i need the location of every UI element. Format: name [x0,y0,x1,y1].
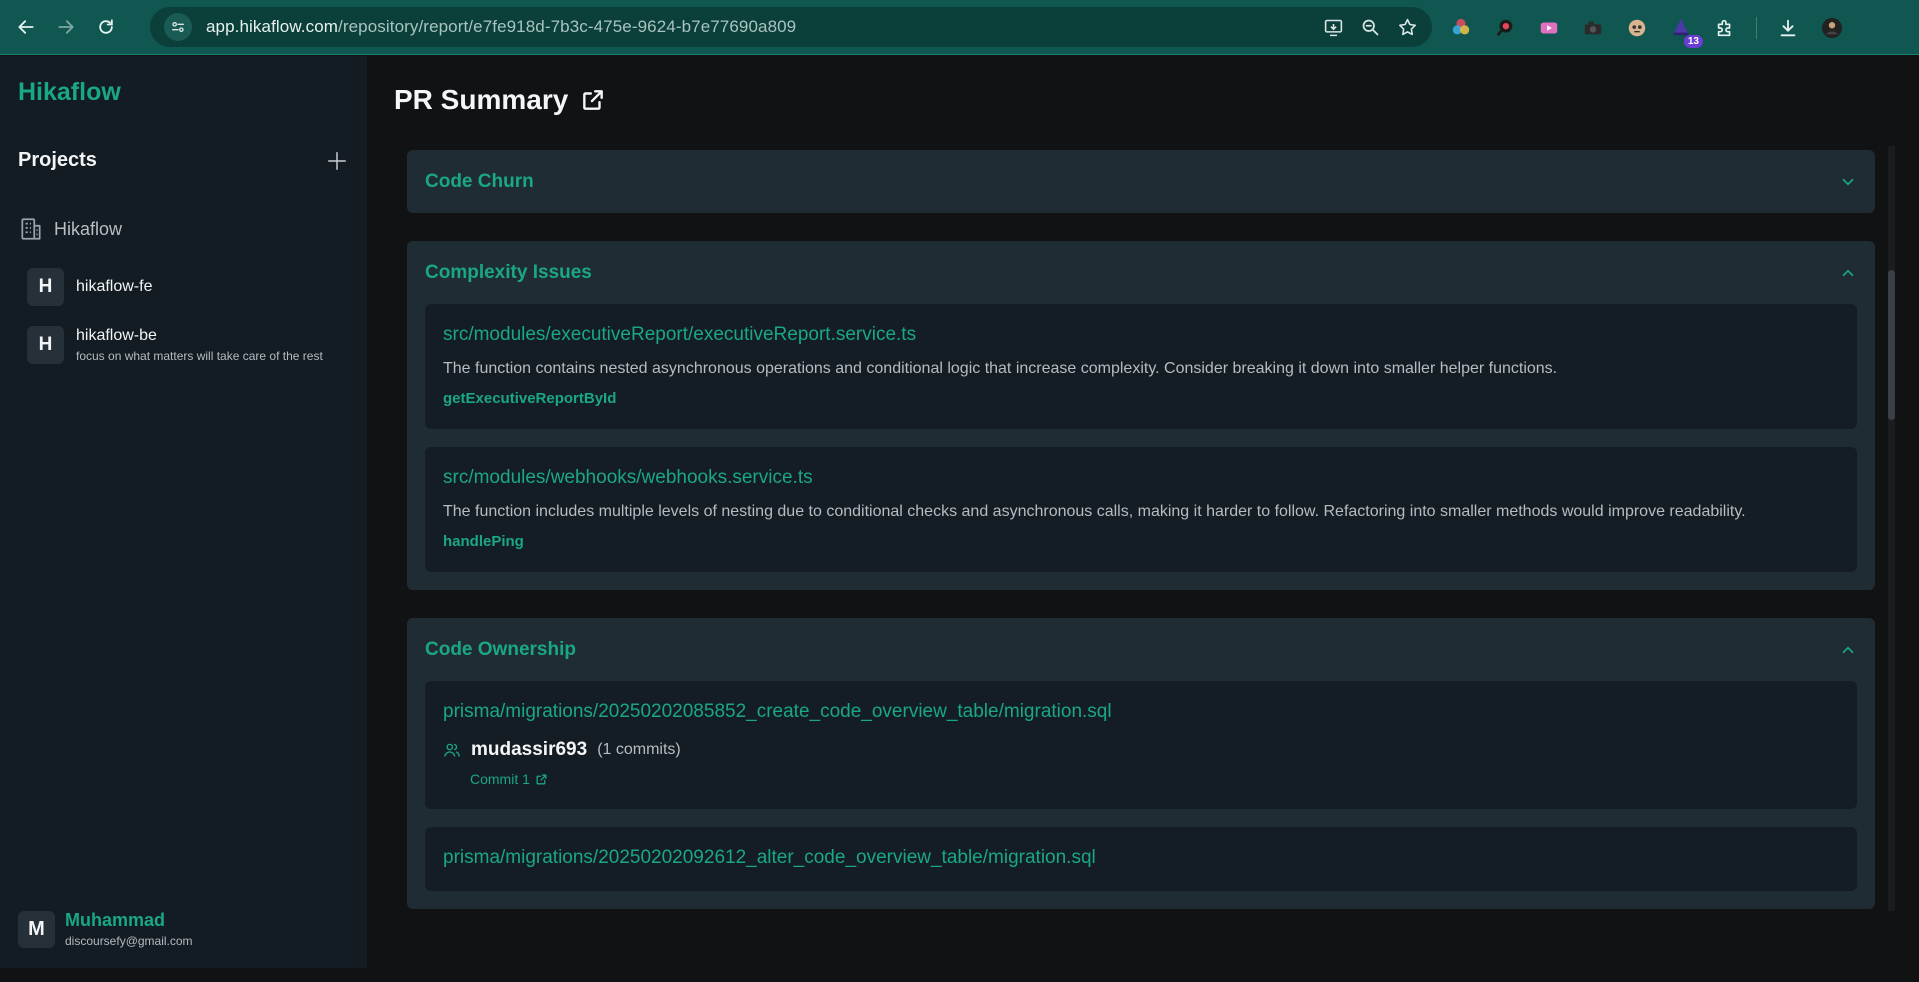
extension-badge: 13 [1683,35,1703,48]
function-name: getExecutiveReportById [443,390,617,407]
section-code-ownership: Code Ownership prisma/migrations/2025020… [407,618,1875,909]
section-header[interactable]: Code Ownership [407,618,1875,681]
user-profile[interactable]: M Muhammad discoursefy@gmail.com [18,910,193,948]
external-link-icon [536,774,547,784]
section-complexity-issues: Complexity Issues src/modules/executiveR… [407,241,1875,590]
building-icon [21,218,41,240]
arrow-left-icon [18,20,34,34]
install-app-icon[interactable] [1323,17,1344,38]
report-sections: Code Churn Complexity Issues src/modules… [407,150,1875,982]
commit-link-label: Commit 1 [470,771,530,787]
external-link-icon[interactable] [580,87,606,113]
scrollbar-thumb[interactable] [1888,270,1895,420]
file-path[interactable]: prisma/migrations/20250202085852_create_… [443,701,1839,723]
site-settings-icon[interactable] [164,13,192,41]
chevron-up-icon [1842,269,1854,276]
url-path: /repository/report/e7fe918d-7b3c-475e-96… [338,17,797,36]
chevron-up-icon [1842,646,1854,653]
video-extension-icon[interactable] [1536,15,1562,41]
scrollbar-track[interactable] [1888,146,1895,911]
projects-header: Projects [18,149,348,172]
brand-logo[interactable]: Hikaflow [18,78,121,107]
bookmark-star-icon[interactable] [1397,17,1418,38]
repo-name: hikaflow-fe [76,278,153,295]
avatar: M [18,910,55,948]
owner-name: mudassir693 [471,739,588,760]
file-path[interactable]: src/modules/webhooks/webhooks.service.ts [443,467,1839,489]
repo-description: focus on what matters will take care of … [76,349,323,363]
projects-title: Projects [18,149,97,171]
commit-link[interactable]: Commit 1 [470,771,1839,787]
repo-avatar: H [27,326,64,364]
main-content: PR Summary Code Churn Complexity Issues … [367,56,1919,968]
organization-name: Hikaflow [54,218,123,239]
arrow-right-icon [58,20,74,34]
repo-name: hikaflow-be [76,327,157,344]
forward-button[interactable] [46,7,86,47]
reload-icon [99,19,113,34]
address-bar[interactable]: app.hikaflow.com/repository/report/e7fe9… [150,7,1432,47]
ownership-card: prisma/migrations/20250202092612_alter_c… [425,827,1857,891]
section-code-churn: Code Churn [407,150,1875,213]
section-header[interactable]: Complexity Issues [407,241,1875,304]
sidebar: Hikaflow Projects Hikaflow H hikaflow-fe… [0,56,367,968]
user-email: discoursefy@gmail.com [65,934,193,948]
organization-item[interactable]: Hikaflow [18,216,122,242]
file-path[interactable]: src/modules/executiveReport/executiveRep… [443,324,1839,346]
profile-avatar-icon[interactable] [1819,15,1845,41]
function-name: handlePing [443,533,524,550]
chevron-down-icon [1842,178,1854,185]
color-picker-extension-icon[interactable] [1448,15,1474,41]
extensions-puzzle-icon[interactable] [1712,15,1738,41]
complexity-card: src/modules/executiveReport/executiveRep… [425,304,1857,429]
face-extension-icon[interactable] [1624,15,1650,41]
page-title-text: PR Summary [394,84,569,115]
browser-toolbar: app.hikaflow.com/repository/report/e7fe9… [0,0,1919,55]
owner-row: mudassir693 (1 commits) [443,739,1839,761]
toolbar-divider [1756,17,1757,39]
zoom-icon[interactable] [1360,17,1381,38]
page-title: PR Summary [394,84,606,116]
ownership-card: prisma/migrations/20250202085852_create_… [425,681,1857,809]
complexity-card: src/modules/webhooks/webhooks.service.ts… [425,447,1857,572]
wizard-extension-icon[interactable]: 13 [1668,15,1703,48]
file-path[interactable]: prisma/migrations/20250202092612_alter_c… [443,847,1839,869]
repo-avatar: H [27,268,64,306]
user-name: Muhammad [65,910,166,930]
sidebar-item-hikaflow-fe[interactable]: H hikaflow-fe [27,268,152,306]
url-host: app.hikaflow.com [206,17,339,36]
section-title: Code Ownership [425,638,576,660]
users-icon [444,743,460,757]
section-title: Complexity Issues [425,261,592,283]
url-text: app.hikaflow.com/repository/report/e7fe9… [206,17,796,37]
add-project-icon[interactable] [326,150,348,172]
section-title: Code Churn [425,170,534,192]
section-header[interactable]: Code Churn [407,150,1875,213]
inspector-extension-icon[interactable] [1492,15,1518,41]
camera-extension-icon[interactable] [1580,15,1606,41]
back-button[interactable] [6,7,46,47]
commit-count: (1 commits) [597,741,681,758]
download-icon[interactable] [1775,15,1801,41]
issue-description: The function includes multiple levels of… [443,503,1746,520]
issue-description: The function contains nested asynchronou… [443,360,1558,377]
reload-button[interactable] [86,7,126,47]
sidebar-item-hikaflow-be[interactable]: H hikaflow-be focus on what matters will… [27,326,323,364]
